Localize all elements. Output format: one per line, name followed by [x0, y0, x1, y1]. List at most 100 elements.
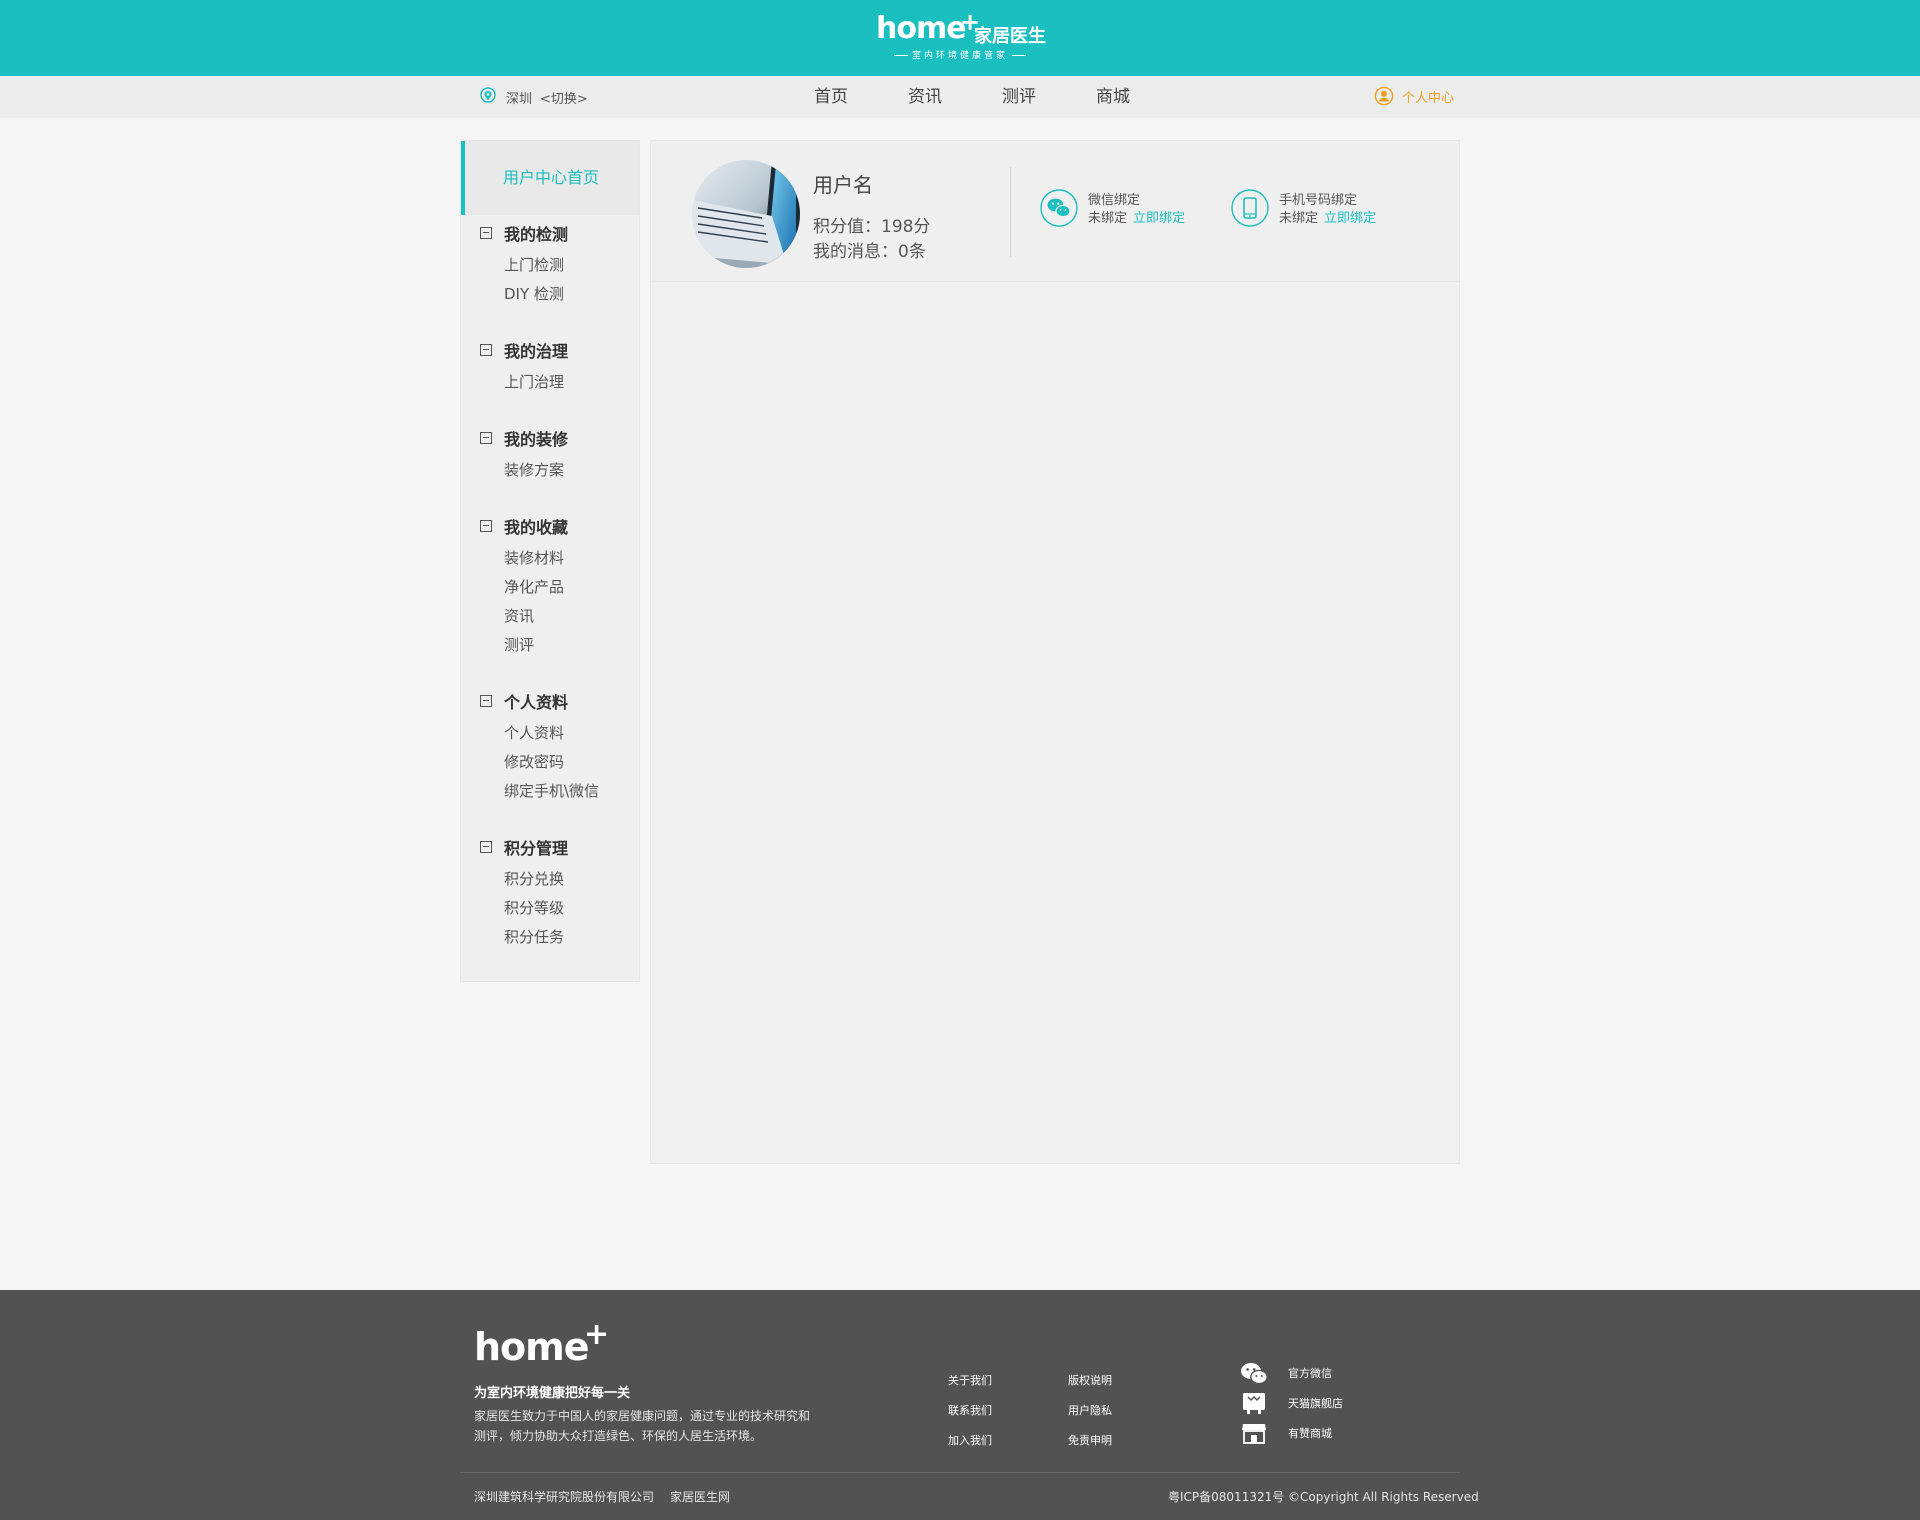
wechat-binding: 微信绑定 未绑定 立即绑定	[1040, 189, 1185, 228]
nav-home[interactable]: 首页	[784, 76, 878, 118]
sidebar-item-bind-phone-wechat[interactable]: 绑定手机\微信	[461, 777, 639, 806]
sidebar-group-title[interactable]: 我的装修	[461, 426, 639, 450]
site-logo[interactable]: home + 家居医生 室内环境健康管家	[876, 10, 1046, 62]
points-value: 积分值：198分	[813, 217, 931, 237]
bind-phone-link[interactable]: 立即绑定	[1324, 211, 1376, 226]
sidebar-group-treatment: 我的治理 上门治理	[461, 338, 639, 397]
sidebar-item-onsite-treatment[interactable]: 上门治理	[461, 368, 639, 397]
phone-binding: 手机号码绑定 未绑定 立即绑定	[1231, 189, 1376, 228]
footer-company-info: 深圳建筑科学研究院股份有限公司 家居医生网	[474, 1488, 730, 1505]
main-nav: 首页 资讯 测评 商城	[784, 76, 1160, 118]
switch-city-link[interactable]: <切换>	[540, 88, 588, 107]
footer-description: 家居医生致力于中国人的家居健康问题，通过专业的技术研究和测评，倾力协助大众打造绿…	[474, 1409, 811, 1443]
sidebar-group-favorites: 我的收藏 装修材料 净化产品 资讯 测评	[461, 514, 639, 660]
sidebar-item-points-tasks[interactable]: 积分任务	[461, 923, 639, 952]
nav-reviews[interactable]: 测评	[972, 76, 1066, 118]
group-title-text: 我的检测	[504, 225, 569, 244]
mobile-phone-icon	[1231, 189, 1269, 227]
footer-link-about[interactable]: 关于我们	[948, 1366, 992, 1396]
footer-slogan: 为室内环境健康把好每一关	[474, 1386, 631, 1401]
group-title-text: 我的收藏	[504, 518, 569, 537]
group-title-text: 我的治理	[504, 342, 569, 361]
group-title-text: 积分管理	[504, 839, 569, 858]
group-title-text: 我的装修	[504, 430, 569, 449]
sidebar-group-title[interactable]: 我的收藏	[461, 514, 639, 538]
sidebar-group-points: 积分管理 积分兑换 积分等级 积分任务	[461, 835, 639, 952]
profile-summary: 用户名 积分值：198分 我的消息：0条 微信绑定 未绑定 立即绑定 手机号码绑…	[651, 141, 1459, 282]
sidebar-item-materials[interactable]: 装修材料	[461, 544, 639, 573]
user-sidebar: 用户中心首页 我的检测 上门检测 DIY 检测 我的治理 上门治理 我的装修 装…	[460, 140, 640, 982]
collapse-icon[interactable]	[480, 841, 492, 853]
footer-link-copyright[interactable]: 版权说明	[1068, 1366, 1112, 1396]
user-center-label: 个人中心	[1402, 90, 1455, 106]
footer-links-col2: 版权说明 用户隐私 免责申明	[1068, 1366, 1112, 1456]
footer-divider	[460, 1472, 1460, 1473]
wechat-status-text: 未绑定	[1088, 211, 1128, 226]
sidebar-group-title[interactable]: 个人资料	[461, 689, 639, 713]
avatar-image	[692, 160, 800, 268]
footer-logo-plus: +	[584, 1317, 610, 1352]
sidebar-group-detection: 我的检测 上门检测 DIY 检测	[461, 221, 639, 309]
store-icon	[1242, 1424, 1266, 1444]
sidebar-item-diy-detection[interactable]: DIY 检测	[461, 280, 639, 309]
footer-link-join[interactable]: 加入我们	[948, 1426, 992, 1456]
sidebar-item-personal-info[interactable]: 个人资料	[461, 719, 639, 748]
sidebar-item-decoration-plan[interactable]: 装修方案	[461, 456, 639, 485]
messages-count[interactable]: 我的消息：0条	[813, 237, 926, 262]
tmall-icon	[1243, 1393, 1265, 1414]
nav-bar: 深圳 <切换> 首页 资讯 测评 商城 个人中心	[0, 76, 1920, 118]
sidebar-group-profile: 个人资料 个人资料 修改密码 绑定手机\微信	[461, 689, 639, 806]
wechat-icon	[1040, 189, 1078, 227]
footer-company[interactable]: 深圳建筑科学研究院股份有限公司	[474, 1490, 654, 1504]
phone-status-text: 未绑定	[1279, 211, 1319, 226]
logo-tagline: 室内环境健康管家	[890, 52, 1030, 61]
top-header: home + 家居医生 室内环境健康管家	[0, 0, 1920, 76]
sidebar-group-title[interactable]: 我的治理	[461, 338, 639, 362]
logo-wordmark: home	[876, 11, 967, 46]
footer-link-disclaimer[interactable]: 免责申明	[1068, 1426, 1112, 1456]
phone-binding-status: 未绑定 立即绑定	[1279, 210, 1376, 228]
sidebar-user-home[interactable]: 用户中心首页	[461, 141, 639, 215]
sidebar-item-points-exchange[interactable]: 积分兑换	[461, 865, 639, 894]
logo-chinese-name: 家居医生	[974, 26, 1046, 47]
footer-copyright: 粤ICP备08011321号 ©Copyright All Rights Res…	[1168, 1490, 1479, 1504]
collapse-icon[interactable]	[480, 432, 492, 444]
collapse-icon[interactable]	[480, 520, 492, 532]
sidebar-item-reviews[interactable]: 测评	[461, 631, 639, 660]
footer-link-privacy[interactable]: 用户隐私	[1068, 1396, 1112, 1426]
footer-social-wechat[interactable]: 官方微信	[1240, 1358, 1343, 1388]
divider	[1010, 167, 1011, 257]
sidebar-item-purifiers[interactable]: 净化产品	[461, 573, 639, 602]
phone-binding-title: 手机号码绑定	[1279, 193, 1358, 208]
collapse-icon[interactable]	[480, 344, 492, 356]
sidebar-item-onsite-detection[interactable]: 上门检测	[461, 251, 639, 280]
location-pin-icon	[480, 87, 496, 103]
group-title-text: 个人资料	[504, 693, 569, 712]
footer-logo[interactable]: home	[474, 1328, 590, 1366]
sidebar-group-title[interactable]: 我的检测	[461, 221, 639, 245]
site-footer: home + 为室内环境健康把好每一关 家居医生致力于中国人的家居健康问题，通过…	[0, 1290, 1920, 1520]
footer-social-label: 天猫旗舰店	[1288, 1397, 1343, 1410]
avatar[interactable]	[692, 160, 800, 268]
collapse-icon[interactable]	[480, 695, 492, 707]
footer-social-tmall[interactable]: 天猫旗舰店	[1240, 1388, 1343, 1418]
sidebar-group-decoration: 我的装修 装修方案	[461, 426, 639, 485]
sidebar-item-points-level[interactable]: 积分等级	[461, 894, 639, 923]
collapse-icon[interactable]	[480, 227, 492, 239]
footer-social-label: 官方微信	[1288, 1367, 1332, 1380]
wechat-binding-title: 微信绑定	[1088, 193, 1141, 208]
location-selector[interactable]: 深圳 <切换>	[480, 86, 588, 108]
sidebar-item-news[interactable]: 资讯	[461, 602, 639, 631]
wechat-binding-status: 未绑定 立即绑定	[1088, 210, 1185, 228]
nav-mall[interactable]: 商城	[1066, 76, 1160, 118]
footer-social-youzan[interactable]: 有赞商城	[1240, 1418, 1343, 1448]
current-city: 深圳	[506, 91, 533, 107]
nav-news[interactable]: 资讯	[878, 76, 972, 118]
bind-wechat-link[interactable]: 立即绑定	[1133, 211, 1185, 226]
username: 用户名	[813, 173, 873, 197]
footer-site-name[interactable]: 家居医生网	[670, 1490, 730, 1504]
footer-link-contact[interactable]: 联系我们	[948, 1396, 992, 1426]
sidebar-item-change-password[interactable]: 修改密码	[461, 748, 639, 777]
user-center-link[interactable]: 个人中心	[1374, 86, 1454, 106]
sidebar-group-title[interactable]: 积分管理	[461, 835, 639, 859]
